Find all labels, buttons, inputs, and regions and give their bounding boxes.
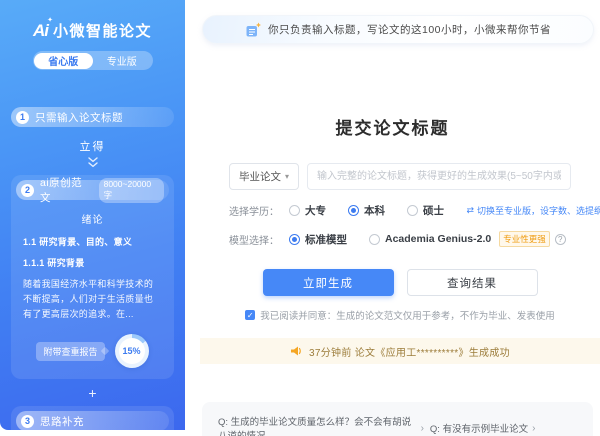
step1-header: 1 只需输入论文标题 xyxy=(11,107,174,127)
switch-arrows-icon: ⇄ xyxy=(466,205,474,216)
switch-to-pro-link[interactable]: ⇄ 切换至专业版，设字数、选提纲 xyxy=(466,204,600,217)
arrow-tip xyxy=(100,347,108,355)
radio-label: 大专 xyxy=(305,203,326,218)
step3-card: 3 思路补充 期刊文献 x30 图片表格 x40 写作思路 x3 致谢模板 xyxy=(11,406,174,436)
sidebar: Ai✦ 小微智能论文 省心版 专业版 1 只需输入论文标题 立得 2 xyxy=(0,0,185,430)
paper-type-select[interactable]: 毕业论文 ▾ xyxy=(229,163,299,190)
agreement-row: ✓ 我已阅读并同意：生成的论文范文仅用于参考，不作为毕业、发表使用 xyxy=(229,308,571,322)
tab-label: 专业版 xyxy=(107,53,137,68)
step2-label: ai原创范文 xyxy=(40,175,93,205)
radio-bachelor[interactable]: 本科 xyxy=(348,203,385,218)
preview-outline-line: 1.1.1 研究背景 xyxy=(23,256,162,269)
action-buttons: 立即生成 查询结果 xyxy=(229,269,571,296)
faq-question: Q: 生成的毕业论文质量怎么样？会不会有胡说八道的情况 xyxy=(218,414,417,436)
app-logo: Ai✦ 小微智能论文 xyxy=(11,0,174,41)
model-label: 模型选择： xyxy=(229,232,279,247)
submit-form: 毕业论文 ▾ 选择学历： 大专 本科 硕士 xyxy=(229,163,571,322)
step2-number: 2 xyxy=(21,184,34,197)
radio-label: 标准模型 xyxy=(305,232,347,247)
supplement-items: 期刊文献 x30 图片表格 x40 写作思路 x3 致谢模板 x5 xyxy=(16,431,169,436)
preview-heading: 绪论 xyxy=(23,211,162,226)
faq-item[interactable]: Q: 有没有示例毕业论文 › xyxy=(430,414,577,436)
radio-college[interactable]: 大专 xyxy=(289,203,326,218)
megaphone-icon xyxy=(290,345,303,357)
page-title: 提交论文标题 xyxy=(185,114,600,139)
preview-paragraph: 随着我国经济水平和科学技术的不断提高，人们对于生活质量也有了更高层次的追求。在.… xyxy=(23,277,162,322)
caret-down-icon: ▾ xyxy=(285,172,289,181)
double-chevron-down-icon xyxy=(11,156,174,170)
faq-item[interactable]: Q: 生成的毕业论文质量怎么样？会不会有胡说八道的情况 › xyxy=(218,414,424,436)
faq-card: Q: 生成的毕业论文质量怎么样？会不会有胡说八道的情况 › Q: 有没有示例毕业… xyxy=(202,402,593,436)
radio-label: 硕士 xyxy=(423,203,444,218)
plus-icon: + xyxy=(11,385,174,401)
preview-outline-line: 1.1 研究背景、目的、意义 xyxy=(23,235,162,248)
radio-master[interactable]: 硕士 xyxy=(407,203,444,218)
step3-label: 思路补充 xyxy=(40,414,84,429)
instant-label: 立得 xyxy=(11,138,174,154)
tab-professional[interactable]: 专业版 xyxy=(93,53,152,69)
version-tabs: 省心版 专业版 xyxy=(33,51,153,70)
app-title: 小微智能论文 xyxy=(53,20,152,41)
step2-card: 2 ai原创范文 8000~20000字 绪论 1.1 研究背景、目的、意义 1… xyxy=(11,175,174,379)
report-row: 附带查重报告 15% xyxy=(23,334,162,370)
plagiarism-percent: 15% xyxy=(119,338,145,364)
paper-title-input[interactable] xyxy=(307,163,571,190)
notification-bar: 37分钟前 论文《应用工**********》生成成功 xyxy=(200,338,600,364)
paper-type-value: 毕业论文 xyxy=(239,169,281,184)
model-row: 模型选择： 标准模型 Academia Genius-2.0 专业性更强 ? xyxy=(229,231,571,247)
step3-header: 3 思路补充 xyxy=(16,411,169,431)
switch-link-label: 切换至专业版，设字数、选提纲 xyxy=(477,204,600,217)
education-row: 选择学历： 大专 本科 硕士 ⇄ 切换至专业版，设字数、选提纲 xyxy=(229,203,571,218)
document-sparkle-icon xyxy=(245,22,262,38)
step1-label: 只需输入论文标题 xyxy=(35,110,123,125)
radio-icon xyxy=(407,205,418,216)
plagiarism-report-tag[interactable]: 附带查重报告 xyxy=(36,342,104,361)
main-content: 你只负责输入标题，写论文的这100小时，小微来帮你节省 提交论文标题 毕业论文 … xyxy=(185,0,600,436)
plagiarism-percent-ring: 15% xyxy=(115,334,149,368)
notification-text: 37分钟前 论文《应用工**********》生成成功 xyxy=(309,344,510,359)
paper-preview: 绪论 1.1 研究背景、目的、意义 1.1.1 研究背景 随着我国经济水平和科学… xyxy=(16,200,169,370)
radio-academia-genius[interactable]: Academia Genius-2.0 xyxy=(369,233,491,245)
title-input-row: 毕业论文 ▾ xyxy=(229,163,571,190)
education-label: 选择学历： xyxy=(229,203,279,218)
query-results-button[interactable]: 查询结果 xyxy=(407,269,538,296)
agreement-checkbox[interactable]: ✓ xyxy=(245,310,255,320)
word-count-badge: 8000~20000字 xyxy=(99,178,164,203)
step3-number: 3 xyxy=(21,415,34,428)
radio-label: Academia Genius-2.0 xyxy=(385,233,491,245)
generate-button[interactable]: 立即生成 xyxy=(263,269,394,296)
tab-worry-free[interactable]: 省心版 xyxy=(34,53,93,69)
agreement-text: 我已阅读并同意：生成的论文范文仅用于参考，不作为毕业、发表使用 xyxy=(260,308,555,322)
faq-question: Q: 有没有示例毕业论文 xyxy=(430,421,528,435)
sparkle-icon: ✦ xyxy=(47,16,52,24)
promo-banner: 你只负责输入标题，写论文的这100小时，小微来帮你节省 xyxy=(202,15,594,44)
tab-label: 省心版 xyxy=(48,53,78,68)
question-mark-icon[interactable]: ? xyxy=(555,234,566,245)
radio-checked-icon xyxy=(289,234,300,245)
radio-standard-model[interactable]: 标准模型 xyxy=(289,232,347,247)
radio-label: 本科 xyxy=(364,203,385,218)
app-window: Ai✦ 小微智能论文 省心版 专业版 1 只需输入论文标题 立得 2 xyxy=(0,0,600,436)
radio-checked-icon xyxy=(348,205,359,216)
report-tag-label: 附带查重报告 xyxy=(43,347,97,357)
radio-icon xyxy=(369,234,380,245)
promo-banner-text: 你只负责输入标题，写论文的这100小时，小微来帮你节省 xyxy=(268,22,551,37)
ai-logo-icon: Ai✦ xyxy=(33,21,48,41)
chevron-right-icon: › xyxy=(421,423,424,434)
radio-icon xyxy=(289,205,300,216)
pro-strength-badge: 专业性更强 xyxy=(499,231,550,247)
step1-number: 1 xyxy=(16,111,29,124)
chevron-right-icon: › xyxy=(532,423,535,434)
step2-header: 2 ai原创范文 8000~20000字 xyxy=(16,180,169,200)
